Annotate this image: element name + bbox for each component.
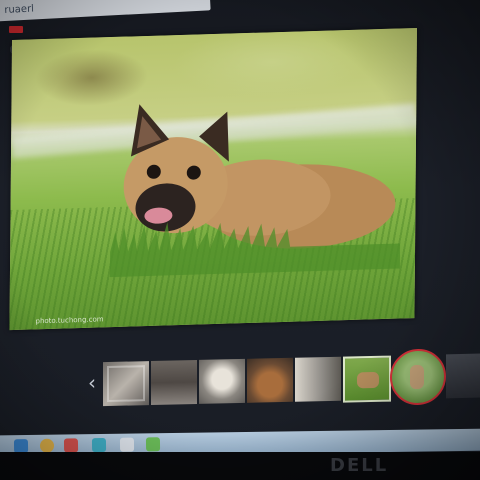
chevron-left-icon[interactable]: ‹ [84,370,100,394]
thumbnail-1[interactable] [103,361,149,407]
thumbnail-3[interactable] [199,358,245,404]
taskbar-app-icon-1[interactable] [39,438,55,453]
monitor-brand-logo: DELL [330,455,389,476]
french-bulldog-photo [109,104,401,278]
red-badge [9,26,23,33]
taskbar-app-icon-2[interactable] [63,438,79,453]
taskbar-app-icon-3[interactable] [91,437,107,453]
thumbnail-2[interactable] [151,359,197,406]
thumbnail-8[interactable] [446,353,480,399]
photographed-monitor: ruaerl photo.tuchong.com ‹ DELL [0,0,480,480]
main-photo-viewer[interactable]: photo.tuchong.com [9,27,417,331]
thumbnail-7-highlighted[interactable] [390,348,446,406]
thumbnail-6-french-bulldog[interactable] [343,355,391,403]
browser-tab-title: ruaerl [4,3,35,17]
thumbnail-strip: ‹ [84,347,480,408]
thumbnail-5[interactable] [295,356,341,402]
taskbar-app-icon-5[interactable] [145,437,161,452]
taskbar-app-icon-4[interactable] [119,437,135,452]
monitor-bezel [0,452,480,480]
browser-tab-bar[interactable]: ruaerl [0,0,211,22]
thumbnail-4[interactable] [247,357,293,403]
